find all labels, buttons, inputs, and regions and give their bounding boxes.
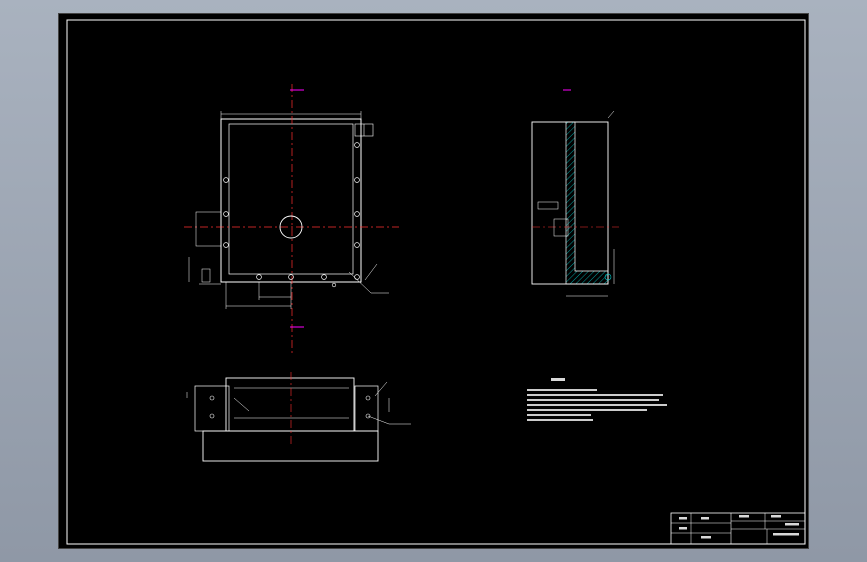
- drawing-border: [66, 19, 806, 545]
- front-base: [202, 430, 379, 462]
- top-view-outer: [220, 118, 362, 283]
- front-view: [186, 372, 411, 462]
- front-body: [225, 377, 355, 432]
- cad-viewport: [0, 0, 867, 562]
- top-view: [184, 84, 399, 354]
- section-hatch: [565, 121, 609, 285]
- side-section-view: [531, 89, 619, 297]
- drawing-canvas[interactable]: [59, 14, 810, 550]
- title-block: [670, 512, 806, 545]
- top-view-inner: [228, 123, 354, 275]
- drawing-sheet: [58, 13, 809, 549]
- technical-notes: [527, 378, 667, 421]
